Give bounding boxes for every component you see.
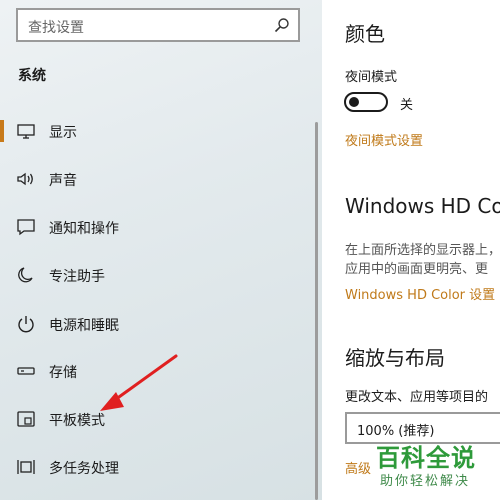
search-placeholder: 查找设置 — [28, 20, 84, 36]
storage-icon — [17, 367, 35, 375]
night-mode-label: 夜间模式 — [345, 70, 398, 85]
monitor-icon — [17, 124, 35, 139]
sidebar-item-sound[interactable]: 声音 — [0, 159, 300, 199]
hd-color-desc-2: 应用中的画面更明亮、更 — [345, 262, 489, 277]
sidebar-item-display[interactable]: 显示 — [0, 111, 300, 151]
main-panel: 颜色 夜间模式 关 夜间模式设置 Windows HD Color 在上面所选择… — [322, 0, 500, 500]
sidebar-scrollbar[interactable] — [315, 122, 318, 500]
scale-layout-heading: 缩放与布局 — [345, 346, 445, 370]
section-title: 系统 — [18, 68, 46, 84]
watermark-logo: 百科全说 助你轻松解决 — [376, 438, 500, 498]
scale-desc: 更改文本、应用等项目的 — [345, 390, 489, 405]
sidebar-item-notifications[interactable]: 通知和操作 — [0, 207, 300, 247]
night-mode-settings-link[interactable]: 夜间模式设置 — [345, 130, 423, 149]
search-icon[interactable] — [274, 17, 290, 33]
search-box[interactable]: 查找设置 — [16, 8, 300, 42]
sidebar-item-label: 多任务处理 — [49, 461, 119, 477]
watermark-title: 百科全说 — [376, 444, 476, 472]
sidebar-item-label: 电源和睡眠 — [49, 318, 119, 334]
sidebar-item-tablet-mode[interactable]: 平板模式 — [0, 399, 300, 439]
sidebar-item-label: 平板模式 — [49, 413, 105, 429]
night-mode-toggle[interactable] — [344, 92, 388, 112]
scale-select-value: 100% (推荐) — [357, 424, 435, 439]
moon-icon — [18, 267, 33, 283]
advanced-scaling-link[interactable]: 高级 — [345, 458, 371, 477]
toggle-state-label: 关 — [400, 98, 414, 113]
sidebar-item-power-sleep[interactable]: 电源和睡眠 — [0, 304, 300, 344]
hd-color-settings-link[interactable]: Windows HD Color 设置 — [345, 284, 495, 303]
tablet-icon — [17, 411, 35, 427]
notification-icon — [17, 219, 35, 236]
toggle-knob — [349, 97, 359, 107]
sidebar-item-label: 声音 — [49, 173, 77, 189]
speaker-icon — [17, 172, 33, 186]
sidebar-item-focus-assist[interactable]: 专注助手 — [0, 255, 300, 295]
multitask-icon — [17, 460, 35, 474]
sidebar-item-storage[interactable]: 存储 — [0, 351, 300, 391]
power-icon — [18, 316, 34, 333]
hd-color-desc-1: 在上面所选择的显示器上， — [345, 243, 500, 258]
sidebar-item-label: 存储 — [49, 365, 77, 381]
sidebar-item-label: 专注助手 — [49, 269, 105, 285]
sidebar-item-label: 显示 — [49, 125, 77, 141]
watermark-subtitle: 助你轻松解决 — [380, 474, 471, 489]
hd-color-heading: Windows HD Color — [345, 194, 500, 218]
sidebar: 查找设置 系统 显示 声音 通知和操作 专注助手 电源和睡眠 存储 平板模式 多… — [0, 0, 322, 500]
sidebar-item-multitasking[interactable]: 多任务处理 — [0, 447, 300, 487]
sidebar-item-label: 通知和操作 — [49, 221, 119, 237]
color-heading: 颜色 — [345, 22, 385, 46]
